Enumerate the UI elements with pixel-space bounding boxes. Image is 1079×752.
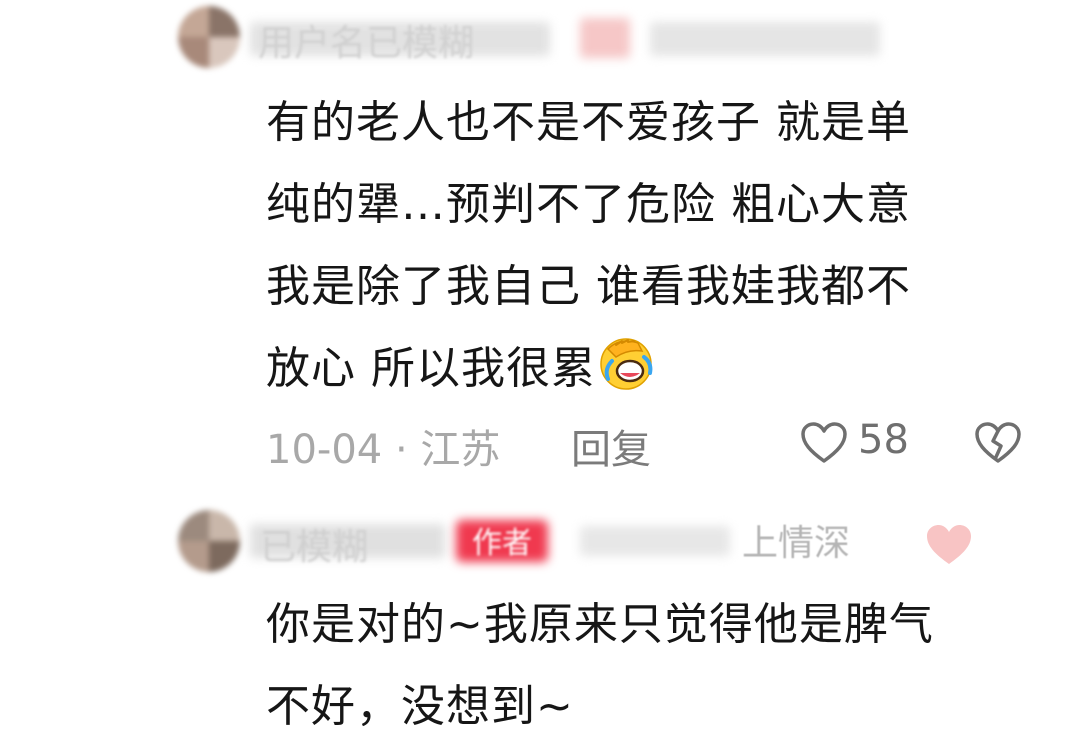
comment-text: 有的老人也不是不爱孩子 就是单 纯的犟…预判不了危险 粗心大意 我是除了我自己 … [266,82,911,410]
comment-item: 已模糊 作者 上情深 你是对的~我原来只觉得他是脾气 不好，没想到~ [0,490,1079,752]
author-name-text: 已模糊 [260,527,369,568]
author-name[interactable]: 已模糊 作者 上情深 [250,514,900,568]
comment-text-line: 你是对的~我原来只觉得他是脾气 [266,599,934,650]
like-count: 58 [858,417,909,463]
author-name[interactable]: 用户名已模糊 [250,12,890,64]
reply-button[interactable]: 回复 [571,417,651,475]
comment-meta: 10-04 · 江苏 回复 58 [266,413,1056,473]
comment-item: 用户名已模糊 有的老人也不是不爱孩子 就是单 纯的犟…预判不了危险 粗心大意 我… [0,0,1079,490]
facepalm-crying-emoji-icon [600,338,653,390]
avatar[interactable] [178,510,240,572]
comment-text-line: 有的老人也不是不爱孩子 就是单 [266,97,911,148]
comment-text-line: 我是除了我自己 谁看我娃我都不 [266,261,911,312]
heart-filled-pink-icon[interactable] [924,522,974,568]
comment-date-location: 10-04 · 江苏 [266,417,500,475]
comment-text-line: 纯的犟…预判不了危险 粗心大意 [266,179,911,230]
comment-location: 江苏 [420,427,501,473]
comment-text-line: 不好，没想到~ [266,681,574,732]
comment-text: 你是对的~我原来只觉得他是脾气 不好，没想到~ [266,584,934,748]
comment-date: 10-04 [266,427,383,473]
comment-text-line: 放心 所以我很累 [266,343,596,394]
avatar[interactable] [178,6,240,68]
heart-outline-icon[interactable] [800,421,848,465]
broken-heart-icon[interactable] [974,421,1022,465]
author-name-tail: 上情深 [742,523,851,564]
meta-separator: · [382,427,421,473]
author-badge-text: 作者 [472,526,532,561]
author-name-text: 用户名已模糊 [258,23,475,64]
